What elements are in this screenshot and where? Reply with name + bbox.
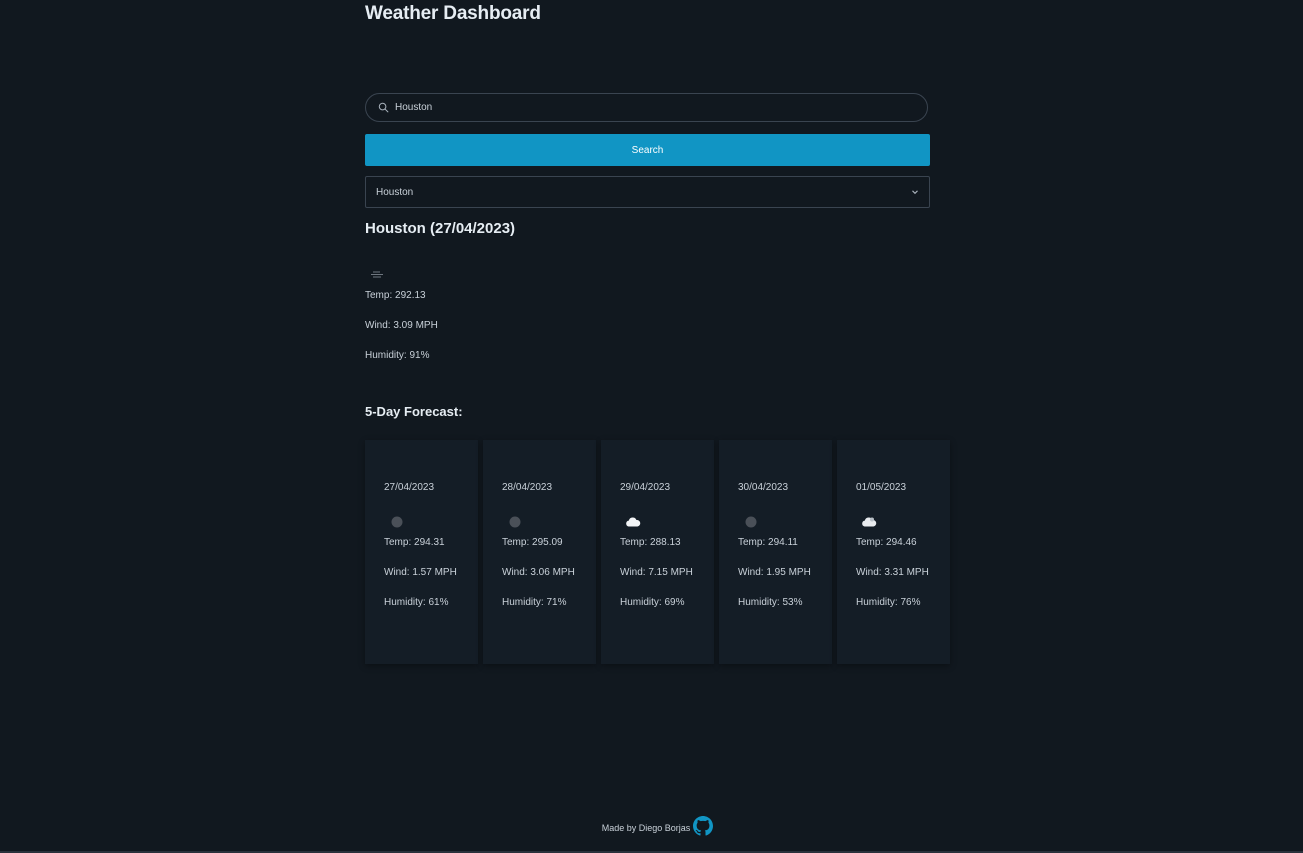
forecast-wind: Wind: 1.57 MPH xyxy=(384,567,457,578)
forecast-temp: Temp: 294.11 xyxy=(738,537,798,548)
forecast-date: 27/04/2023 xyxy=(384,482,435,493)
forecast-humidity: Humidity: 76% xyxy=(856,597,921,608)
city-select-value: Houston xyxy=(376,186,414,198)
forecast-date: 01/05/2023 xyxy=(856,482,907,493)
forecast-date: 28/04/2023 xyxy=(502,482,553,493)
forecast-wind: Wind: 3.31 MPH xyxy=(856,567,929,578)
forecast-heading: 5-Day Forecast: xyxy=(365,404,463,419)
current-weather-heading: Houston (27/04/2023) xyxy=(365,220,516,237)
city-select[interactable]: Houston xyxy=(365,176,930,208)
forecast-date: 29/04/2023 xyxy=(620,482,671,493)
forecast-wind: Wind: 7.15 MPH xyxy=(620,567,693,578)
current-humidity: Humidity: 91% xyxy=(365,350,430,361)
forecast-temp: Temp: 288.13 xyxy=(620,537,681,548)
forecast-card: 27/04/2023 Temp: 294.31 Wind: 1.57 MPH H… xyxy=(365,440,478,664)
current-wind: Wind: 3.09 MPH xyxy=(365,320,438,331)
search-box[interactable] xyxy=(365,93,928,122)
search-input[interactable] xyxy=(395,102,875,113)
mist-icon xyxy=(371,271,383,278)
forecast-temp: Temp: 294.31 xyxy=(384,537,445,548)
cloud-icon xyxy=(862,517,877,527)
forecast-card: 30/04/2023 Temp: 294.11 Wind: 1.95 MPH H… xyxy=(719,440,832,664)
forecast-card: 28/04/2023 Temp: 295.09 Wind: 3.06 MPH H… xyxy=(483,440,596,664)
forecast-card: 01/05/2023 Temp: 294.46 Wind: 3.31 MPH H… xyxy=(837,440,950,664)
overcast-icon xyxy=(509,516,521,528)
forecast-humidity: Humidity: 61% xyxy=(384,597,449,608)
forecast-wind: Wind: 3.06 MPH xyxy=(502,567,575,578)
forecast-humidity: Humidity: 69% xyxy=(620,597,685,608)
overcast-icon xyxy=(745,516,757,528)
footer: Made by Diego Borjas xyxy=(0,816,1303,840)
current-temp: Temp: 292.13 xyxy=(365,290,426,301)
app-title: Weather Dashboard xyxy=(365,3,541,24)
forecast-temp: Temp: 294.46 xyxy=(856,537,917,548)
forecast-wind: Wind: 1.95 MPH xyxy=(738,567,811,578)
search-icon xyxy=(378,102,389,113)
search-button[interactable]: Search xyxy=(365,134,930,166)
overcast-icon xyxy=(391,516,403,528)
chevron-down-icon xyxy=(912,190,918,195)
cloud-icon xyxy=(626,517,641,527)
forecast-date: 30/04/2023 xyxy=(738,482,789,493)
page: Weather Dashboard Search Houston Houston… xyxy=(0,0,1303,853)
github-icon[interactable] xyxy=(693,816,714,836)
forecast-cards: 27/04/2023 Temp: 294.31 Wind: 1.57 MPH H… xyxy=(365,440,950,664)
forecast-temp: Temp: 295.09 xyxy=(502,537,563,548)
forecast-humidity: Humidity: 53% xyxy=(738,597,803,608)
forecast-card: 29/04/2023 Temp: 288.13 Wind: 7.15 MPH H… xyxy=(601,440,714,664)
footer-credit: Made by Diego Borjas xyxy=(601,823,691,833)
forecast-humidity: Humidity: 71% xyxy=(502,597,567,608)
